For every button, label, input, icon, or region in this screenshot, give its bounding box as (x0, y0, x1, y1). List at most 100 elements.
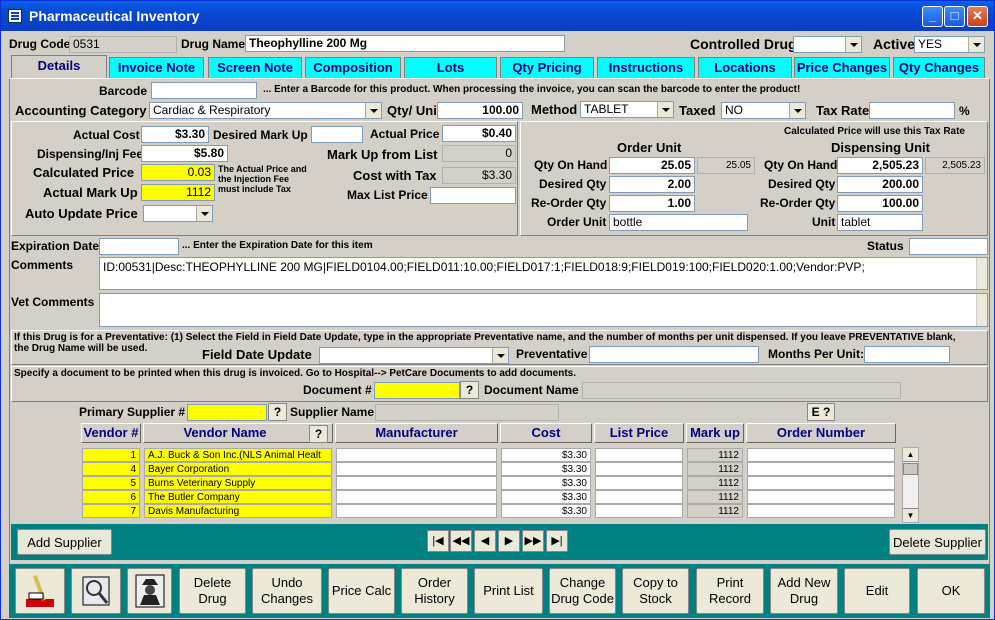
cell-order[interactable] (747, 504, 895, 518)
detective-search-icon[interactable] (127, 568, 172, 614)
delete-drug-button[interactable]: Delete Drug (179, 568, 246, 614)
minimize-button[interactable]: _ (922, 6, 943, 27)
title-bar[interactable]: Pharmaceutical Inventory _ □ ✕ (1, 1, 994, 31)
tax-rate-input[interactable] (869, 102, 955, 119)
vendor-name-lookup-button[interactable]: ? (309, 425, 328, 443)
cell-mfr[interactable] (336, 448, 497, 462)
months-per-unit-input[interactable] (864, 346, 950, 363)
cell-num[interactable]: 7 (82, 504, 140, 518)
previous-record-icon[interactable]: ◀ (474, 530, 496, 552)
field-date-update-select[interactable] (319, 347, 509, 364)
column-header-mark-up[interactable]: Mark up (686, 423, 744, 443)
barcode-input[interactable] (151, 82, 257, 99)
tab-invoice-note[interactable]: Invoice Note (109, 57, 204, 78)
edit-button[interactable]: Edit (844, 568, 910, 614)
scroll-down-icon[interactable]: ▼ (903, 508, 918, 522)
cell-markup[interactable]: 1112 (687, 504, 743, 518)
cell-name[interactable]: Bayer Corporation (144, 462, 332, 476)
order-reorder-qty-input[interactable]: 1.00 (609, 195, 695, 212)
cell-markup[interactable]: 1112 (687, 448, 743, 462)
column-header-list-price[interactable]: List Price (594, 423, 684, 443)
desired-markup-input[interactable] (311, 126, 363, 143)
status-input[interactable] (909, 238, 988, 255)
tab-locations[interactable]: Locations (698, 57, 792, 78)
taxed-select[interactable]: NO (721, 102, 806, 119)
copy-to-stock-button[interactable]: Copy to Stock (622, 568, 689, 614)
comments-textarea[interactable]: ID:00531|Desc:THEOPHYLLINE 200 MG|FIELD0… (99, 257, 988, 290)
primary-supplier-input[interactable] (187, 404, 267, 421)
add-supplier-button[interactable]: Add Supplier (17, 529, 112, 555)
ok-button[interactable]: OK (917, 568, 985, 614)
add-new-drug-button[interactable]: Add New Drug (770, 568, 838, 614)
cell-markup[interactable]: 1112 (687, 462, 743, 476)
supplier-grid-scrollbar[interactable]: ▲ ▼ (902, 447, 919, 523)
price-calc-button[interactable]: Price Calc (328, 568, 395, 614)
cell-cost[interactable]: $3.30 (501, 476, 591, 490)
cell-order[interactable] (747, 448, 895, 462)
qty-unit-input[interactable]: 100.00 (437, 102, 523, 119)
next-record-icon[interactable]: ▶ (498, 530, 520, 552)
cell-num[interactable]: 1 (82, 448, 140, 462)
inventory-report-icon[interactable] (15, 568, 65, 614)
vet-comments-scrollbar[interactable] (976, 294, 987, 326)
cell-num[interactable]: 6 (82, 490, 140, 504)
column-header-vendor[interactable]: Vendor # (81, 423, 141, 443)
cell-markup[interactable]: 1112 (687, 490, 743, 504)
first-record-icon[interactable]: |◀ (427, 530, 449, 552)
cell-cost[interactable]: $3.30 (501, 504, 591, 518)
tab-price-changes[interactable]: Price Changes (794, 57, 890, 78)
cell-num[interactable]: 5 (82, 476, 140, 490)
cell-mfr[interactable] (336, 462, 497, 476)
cell-list[interactable] (595, 448, 683, 462)
document-lookup-button[interactable]: ? (460, 381, 479, 399)
auto-update-price-select[interactable] (143, 205, 213, 222)
order-desired-qty-input[interactable]: 2.00 (609, 176, 695, 193)
order-qty-on-hand-input[interactable]: 25.05 (609, 157, 695, 174)
method-select[interactable]: TABLET (580, 101, 674, 118)
tab-qty-changes[interactable]: Qty Changes (893, 57, 985, 78)
column-header-vendor-name[interactable]: Vendor Name (143, 423, 333, 443)
cell-order[interactable] (747, 490, 895, 504)
cell-list[interactable] (595, 490, 683, 504)
order-unit-input[interactable]: bottle (609, 214, 748, 231)
cell-order[interactable] (747, 476, 895, 490)
cell-mfr[interactable] (336, 504, 497, 518)
scroll-thumb[interactable] (903, 463, 918, 475)
search-drug-icon[interactable] (71, 568, 121, 614)
delete-supplier-button[interactable]: Delete Supplier (889, 529, 986, 555)
accounting-category-select[interactable]: Cardiac & Respiratory (149, 102, 382, 119)
actual-cost-input[interactable]: $3.30 (141, 126, 209, 143)
maximize-button[interactable]: □ (944, 6, 965, 27)
max-list-price-input[interactable] (430, 187, 516, 204)
disp-qty-on-hand-input[interactable]: 2,505.23 (837, 157, 923, 174)
tab-instructions[interactable]: Instructions (597, 57, 695, 78)
expiration-date-input[interactable] (99, 238, 179, 255)
scroll-up-icon[interactable]: ▲ (903, 448, 918, 462)
cell-mfr[interactable] (336, 490, 497, 504)
fast-forward-icon[interactable]: ▶▶ (522, 530, 544, 552)
undo-changes-button[interactable]: Undo Changes (252, 568, 322, 614)
tab-lots[interactable]: Lots (404, 57, 497, 78)
controlled-drug-select[interactable] (793, 36, 862, 53)
preventative-input[interactable] (589, 346, 759, 363)
order-history-button[interactable]: Order History (401, 568, 468, 614)
change-drug-code-button[interactable]: Change Drug Code (549, 568, 616, 614)
last-record-icon[interactable]: ▶| (546, 530, 568, 552)
rewind-icon[interactable]: ◀◀ (450, 530, 472, 552)
active-select[interactable]: YES (914, 36, 985, 53)
vet-comments-textarea[interactable] (99, 293, 988, 327)
cell-order[interactable] (747, 462, 895, 476)
disp-unit-input[interactable]: tablet (837, 214, 923, 231)
disp-desired-qty-input[interactable]: 200.00 (837, 176, 923, 193)
cell-list[interactable] (595, 462, 683, 476)
drug-name-field[interactable]: Theophylline 200 Mg (245, 35, 565, 52)
column-header-cost[interactable]: Cost (500, 423, 592, 443)
cell-list[interactable] (595, 504, 683, 518)
tab-screen-note[interactable]: Screen Note (208, 57, 302, 78)
e-help-button[interactable]: E ? (807, 403, 835, 421)
cell-name[interactable]: Davis Manufacturing (144, 504, 332, 518)
actual-price-input[interactable]: $0.40 (442, 125, 516, 142)
cell-list[interactable] (595, 476, 683, 490)
print-list-button[interactable]: Print List (474, 568, 543, 614)
dispensing-fee-input[interactable]: $5.80 (141, 145, 228, 162)
